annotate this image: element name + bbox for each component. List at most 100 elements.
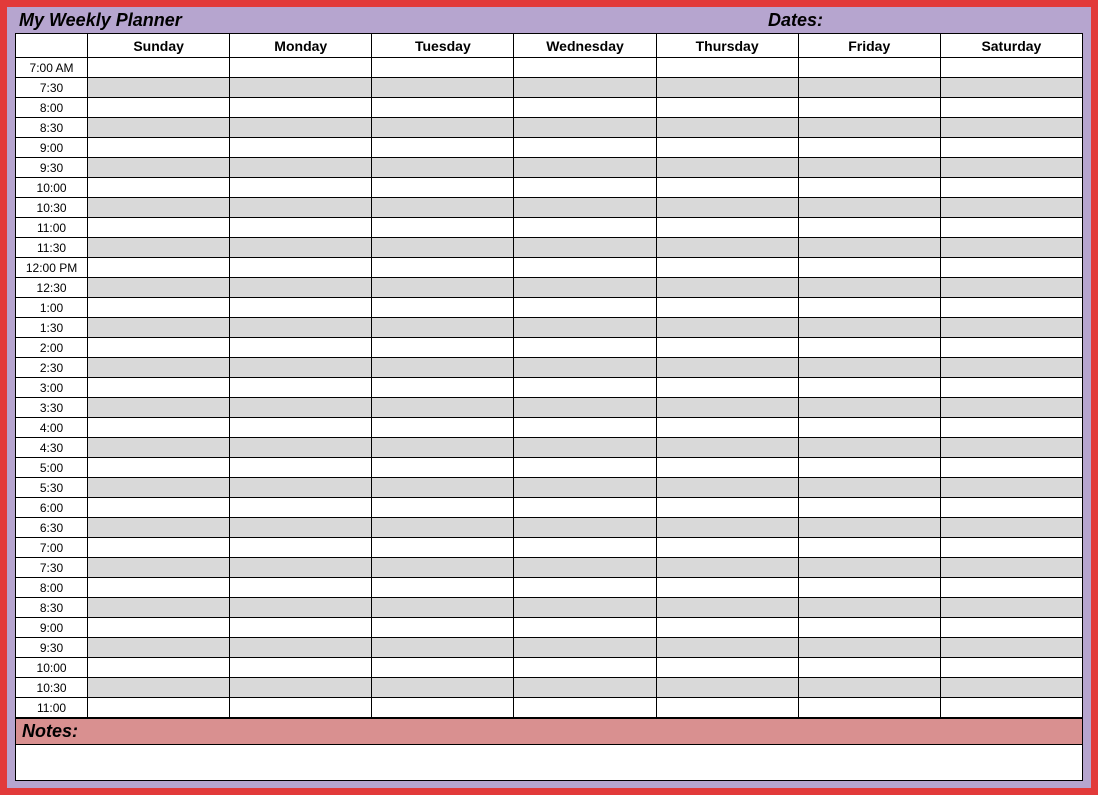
planner-cell[interactable] xyxy=(656,398,798,418)
planner-cell[interactable] xyxy=(88,578,230,598)
planner-cell[interactable] xyxy=(372,58,514,78)
planner-cell[interactable] xyxy=(798,398,940,418)
planner-cell[interactable] xyxy=(230,178,372,198)
planner-cell[interactable] xyxy=(940,158,1082,178)
planner-cell[interactable] xyxy=(656,418,798,438)
planner-cell[interactable] xyxy=(940,518,1082,538)
planner-cell[interactable] xyxy=(372,378,514,398)
planner-cell[interactable] xyxy=(88,618,230,638)
planner-cell[interactable] xyxy=(798,518,940,538)
planner-cell[interactable] xyxy=(514,538,656,558)
planner-cell[interactable] xyxy=(372,358,514,378)
planner-cell[interactable] xyxy=(372,238,514,258)
planner-cell[interactable] xyxy=(798,658,940,678)
planner-cell[interactable] xyxy=(88,178,230,198)
planner-cell[interactable] xyxy=(88,298,230,318)
planner-cell[interactable] xyxy=(514,218,656,238)
planner-cell[interactable] xyxy=(372,398,514,418)
planner-cell[interactable] xyxy=(514,618,656,638)
planner-cell[interactable] xyxy=(230,378,372,398)
planner-cell[interactable] xyxy=(656,298,798,318)
planner-cell[interactable] xyxy=(88,158,230,178)
planner-cell[interactable] xyxy=(514,58,656,78)
planner-cell[interactable] xyxy=(656,438,798,458)
planner-cell[interactable] xyxy=(230,658,372,678)
planner-cell[interactable] xyxy=(798,458,940,478)
planner-cell[interactable] xyxy=(372,458,514,478)
planner-cell[interactable] xyxy=(88,58,230,78)
planner-cell[interactable] xyxy=(230,258,372,278)
planner-cell[interactable] xyxy=(372,178,514,198)
planner-cell[interactable] xyxy=(656,118,798,138)
planner-cell[interactable] xyxy=(656,538,798,558)
planner-cell[interactable] xyxy=(230,678,372,698)
planner-cell[interactable] xyxy=(940,438,1082,458)
planner-cell[interactable] xyxy=(372,538,514,558)
planner-cell[interactable] xyxy=(88,78,230,98)
planner-cell[interactable] xyxy=(656,238,798,258)
planner-cell[interactable] xyxy=(88,238,230,258)
planner-cell[interactable] xyxy=(798,378,940,398)
planner-cell[interactable] xyxy=(798,598,940,618)
planner-cell[interactable] xyxy=(230,498,372,518)
planner-cell[interactable] xyxy=(514,518,656,538)
planner-cell[interactable] xyxy=(372,338,514,358)
planner-cell[interactable] xyxy=(798,358,940,378)
planner-cell[interactable] xyxy=(798,178,940,198)
planner-cell[interactable] xyxy=(230,278,372,298)
planner-cell[interactable] xyxy=(514,638,656,658)
planner-cell[interactable] xyxy=(940,678,1082,698)
planner-cell[interactable] xyxy=(940,278,1082,298)
planner-cell[interactable] xyxy=(372,518,514,538)
planner-cell[interactable] xyxy=(88,438,230,458)
planner-cell[interactable] xyxy=(514,138,656,158)
planner-cell[interactable] xyxy=(372,218,514,238)
planner-cell[interactable] xyxy=(798,58,940,78)
planner-cell[interactable] xyxy=(88,598,230,618)
planner-cell[interactable] xyxy=(372,558,514,578)
planner-cell[interactable] xyxy=(230,238,372,258)
planner-cell[interactable] xyxy=(230,398,372,418)
planner-cell[interactable] xyxy=(940,598,1082,618)
planner-cell[interactable] xyxy=(940,218,1082,238)
planner-cell[interactable] xyxy=(940,298,1082,318)
planner-cell[interactable] xyxy=(230,638,372,658)
planner-cell[interactable] xyxy=(656,338,798,358)
planner-cell[interactable] xyxy=(372,498,514,518)
planner-cell[interactable] xyxy=(230,458,372,478)
planner-cell[interactable] xyxy=(230,618,372,638)
planner-cell[interactable] xyxy=(514,318,656,338)
planner-cell[interactable] xyxy=(372,158,514,178)
planner-cell[interactable] xyxy=(798,538,940,558)
planner-cell[interactable] xyxy=(656,498,798,518)
planner-cell[interactable] xyxy=(798,238,940,258)
planner-cell[interactable] xyxy=(372,98,514,118)
planner-cell[interactable] xyxy=(372,418,514,438)
planner-cell[interactable] xyxy=(656,518,798,538)
planner-cell[interactable] xyxy=(372,478,514,498)
planner-cell[interactable] xyxy=(372,198,514,218)
planner-cell[interactable] xyxy=(798,698,940,718)
planner-cell[interactable] xyxy=(798,618,940,638)
planner-cell[interactable] xyxy=(88,638,230,658)
planner-cell[interactable] xyxy=(514,418,656,438)
planner-cell[interactable] xyxy=(88,478,230,498)
planner-cell[interactable] xyxy=(230,438,372,458)
planner-cell[interactable] xyxy=(514,338,656,358)
notes-area[interactable] xyxy=(15,745,1083,781)
planner-cell[interactable] xyxy=(88,218,230,238)
planner-cell[interactable] xyxy=(514,258,656,278)
planner-cell[interactable] xyxy=(940,498,1082,518)
planner-cell[interactable] xyxy=(798,478,940,498)
planner-cell[interactable] xyxy=(230,598,372,618)
planner-cell[interactable] xyxy=(656,278,798,298)
planner-cell[interactable] xyxy=(230,98,372,118)
planner-cell[interactable] xyxy=(940,238,1082,258)
planner-cell[interactable] xyxy=(940,558,1082,578)
planner-cell[interactable] xyxy=(798,278,940,298)
planner-cell[interactable] xyxy=(88,318,230,338)
planner-cell[interactable] xyxy=(230,318,372,338)
planner-cell[interactable] xyxy=(514,658,656,678)
planner-cell[interactable] xyxy=(656,378,798,398)
planner-cell[interactable] xyxy=(230,478,372,498)
